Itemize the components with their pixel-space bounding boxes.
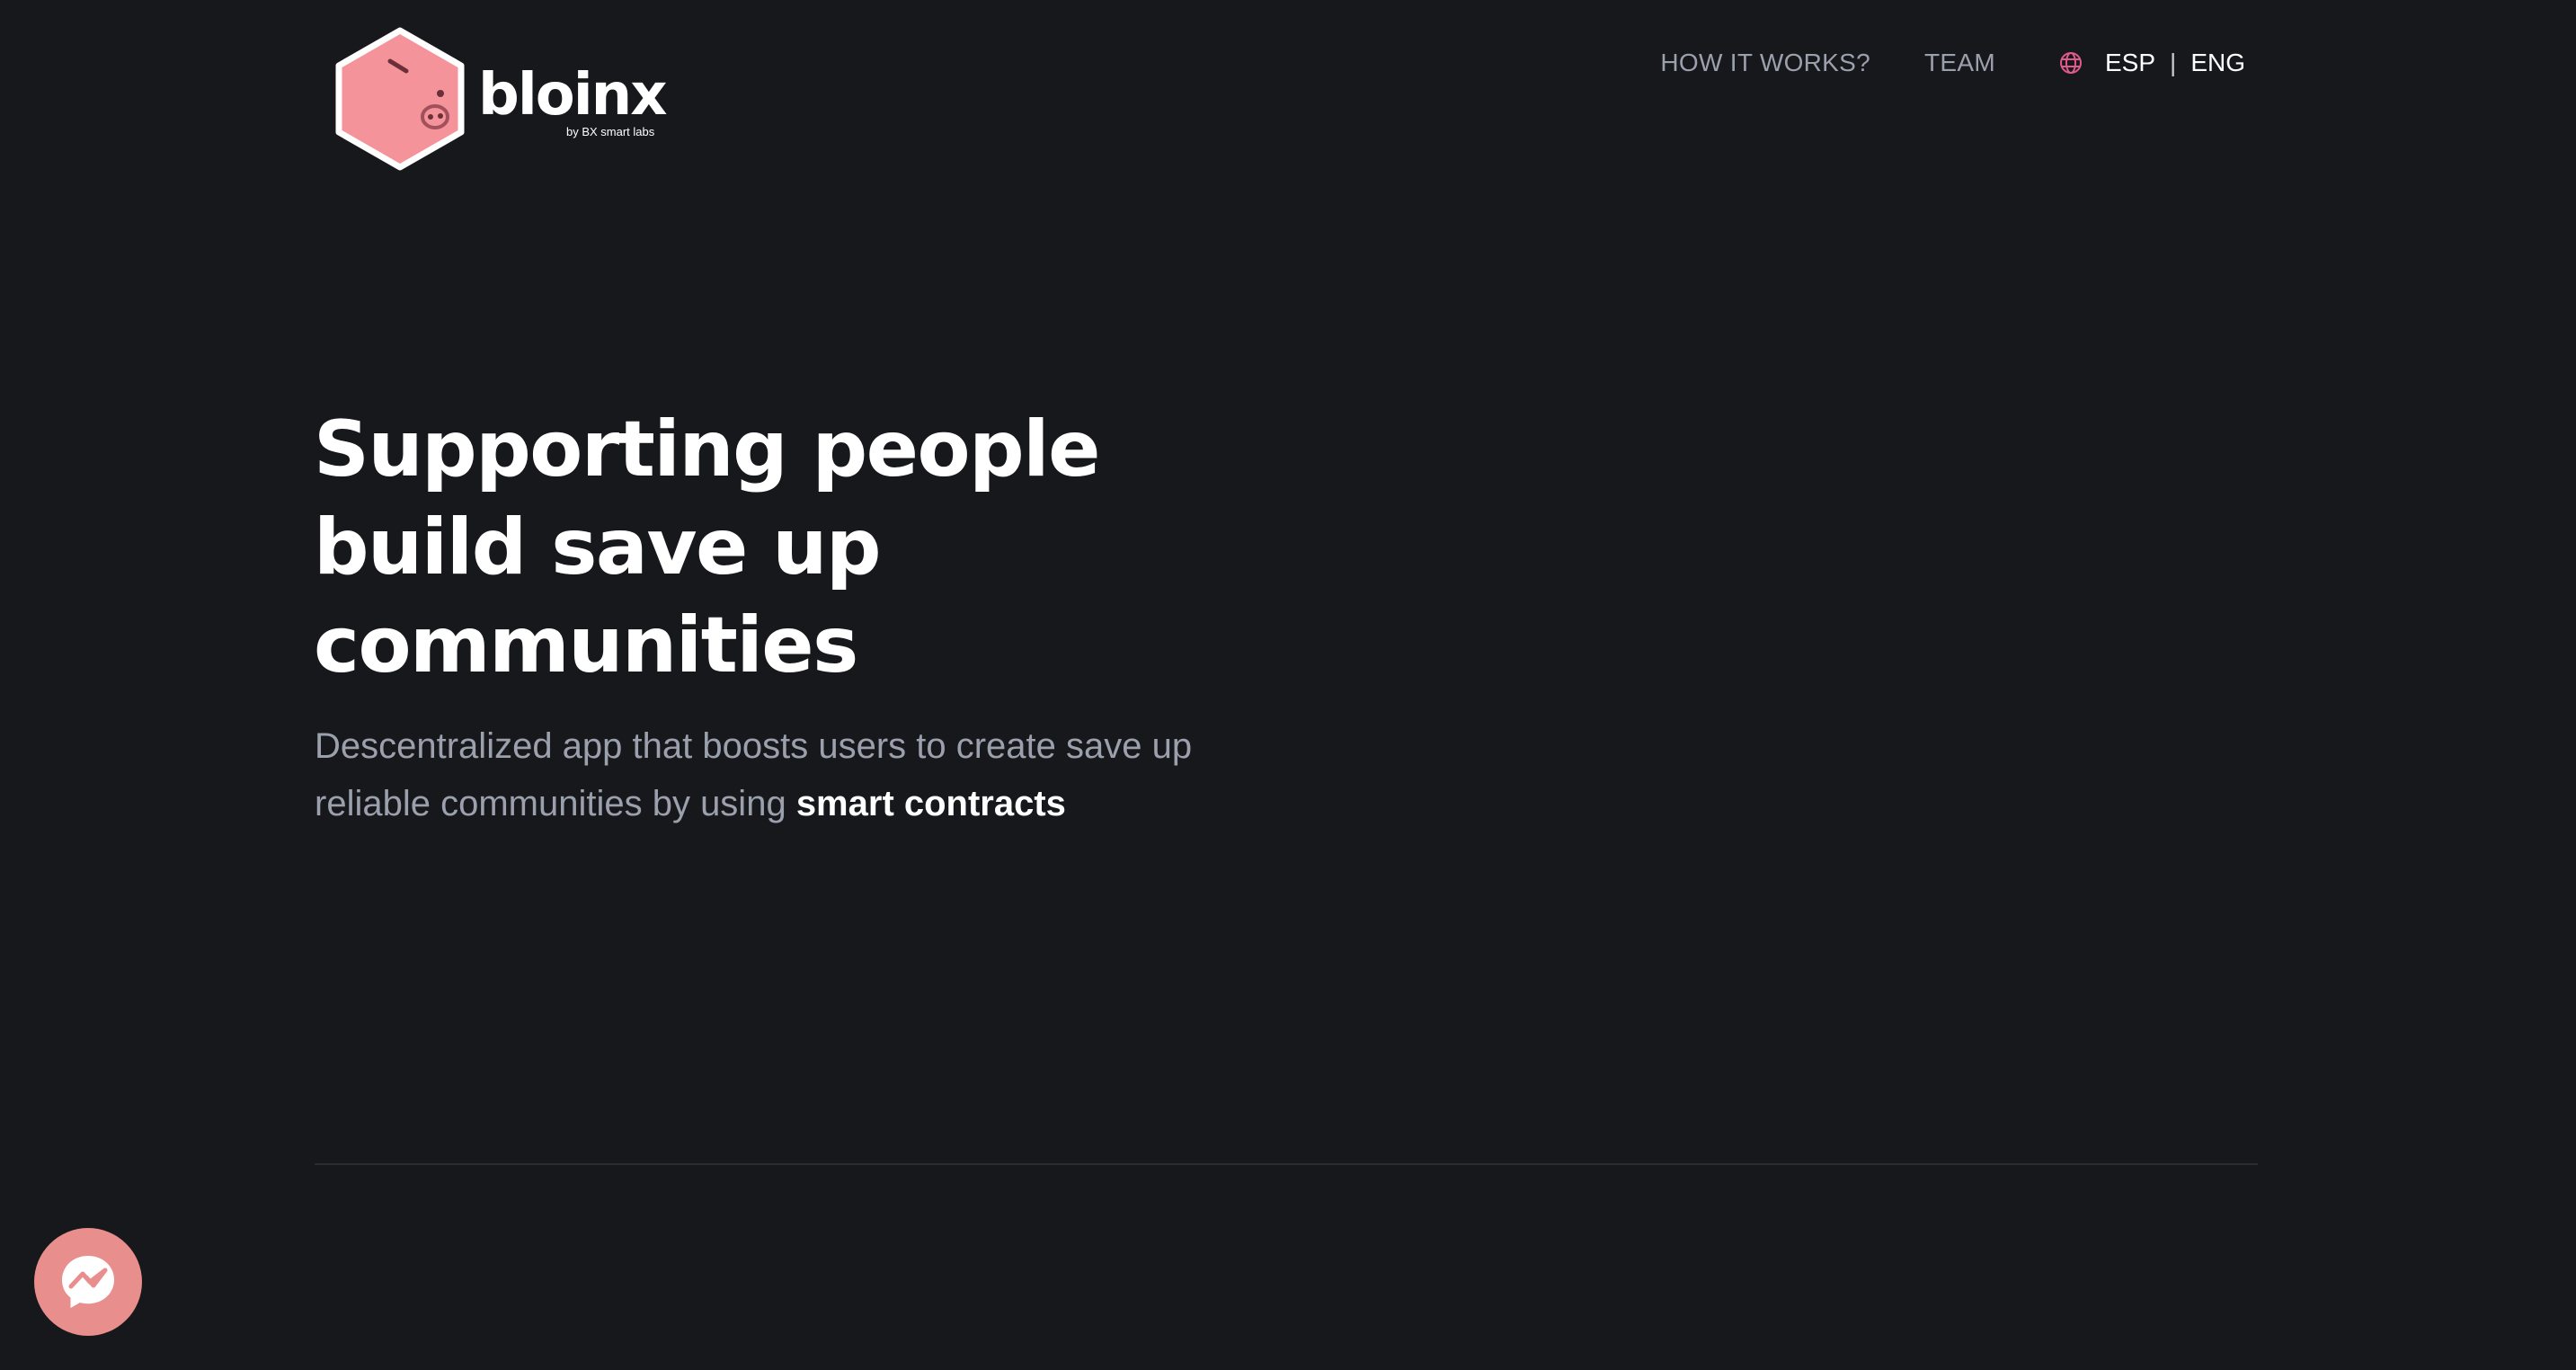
hero-title: Supporting people build save up communit… (314, 405, 1100, 690)
nav-team[interactable]: TEAM (1924, 49, 1995, 77)
language-switcher: ESP | ENG (2058, 49, 2245, 77)
brand-tagline: by BX smart labs (566, 125, 655, 138)
piggy-cube-logo-icon (335, 27, 465, 171)
brand-logo[interactable]: bloinx by BX smart labs (334, 27, 667, 171)
hero-subtitle: Descentralized app that boosts users to … (315, 717, 1213, 832)
language-eng[interactable]: ENG (2190, 49, 2245, 77)
main-nav: HOW IT WORKS? TEAM ESP | ENG (1660, 45, 2245, 81)
language-esp[interactable]: ESP (2105, 49, 2155, 77)
globe-icon (2060, 52, 2082, 74)
nav-how-it-works[interactable]: HOW IT WORKS? (1660, 49, 1870, 77)
language-separator: | (2170, 49, 2177, 76)
messenger-chat-button[interactable] (34, 1228, 142, 1336)
hero-subtitle-emphasis: smart contracts (795, 784, 1066, 823)
section-divider (315, 1163, 2258, 1165)
messenger-icon (62, 1256, 114, 1308)
brand-name: bloinx (478, 62, 667, 129)
